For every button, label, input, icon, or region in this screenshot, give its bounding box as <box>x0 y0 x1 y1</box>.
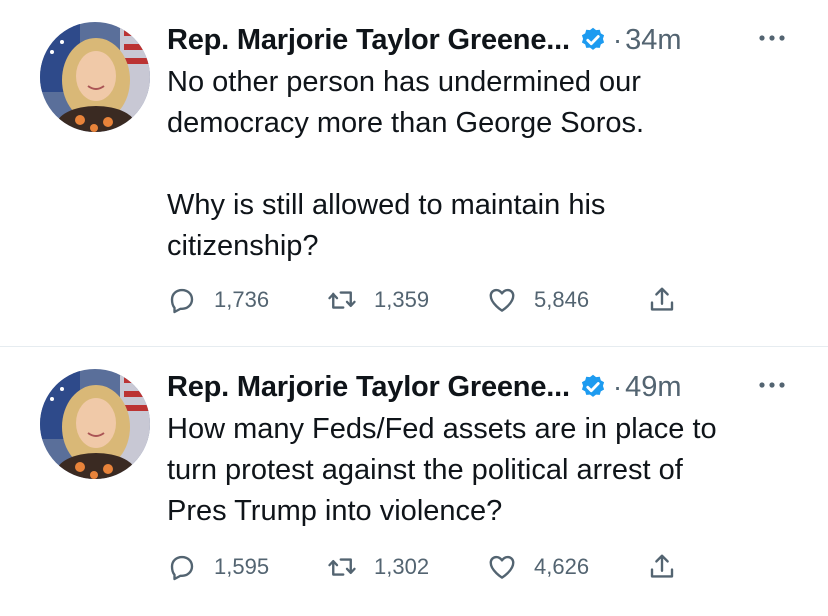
heart-icon <box>489 555 515 579</box>
timeline-feed: Rep. Marjorie Taylor Greene... · 34m No … <box>0 0 828 616</box>
share-button[interactable] <box>647 280 677 320</box>
avatar[interactable] <box>40 369 150 479</box>
tweet-text: How many Feds/Fed assets are in place to… <box>167 413 717 527</box>
heart-icon <box>489 288 515 312</box>
retweet-button[interactable]: 1,359 <box>327 280 429 320</box>
tweet-text: No other person has undermined our democ… <box>167 66 645 262</box>
retweet-count: 1,359 <box>374 287 430 312</box>
retweet-icon <box>328 291 356 309</box>
reply-button[interactable]: 1,736 <box>167 280 269 320</box>
like-button[interactable]: 4,626 <box>487 547 589 587</box>
retweet-icon <box>328 558 356 576</box>
reply-icon <box>170 555 194 581</box>
reply-count: 1,595 <box>214 554 270 579</box>
verified-badge-icon <box>581 374 604 397</box>
verified-badge-icon <box>581 27 604 50</box>
author-name[interactable]: Rep. Marjorie Taylor Greene... <box>167 371 570 404</box>
reply-button[interactable]: 1,595 <box>167 547 269 587</box>
tweet-actions: 1,736 1,359 5,846 <box>167 280 727 320</box>
tweet-header: Rep. Marjorie Taylor Greene... · 34m <box>167 18 682 62</box>
tweet[interactable]: Rep. Marjorie Taylor Greene... · 49m How… <box>0 347 828 616</box>
more-icon[interactable] <box>757 375 787 395</box>
retweet-button[interactable]: 1,302 <box>327 547 429 587</box>
separator-dot: · <box>612 24 623 55</box>
tweet-actions: 1,595 1,302 4,626 <box>167 547 727 587</box>
reply-icon <box>170 288 194 314</box>
tweet-header: Rep. Marjorie Taylor Greene... · 49m <box>167 365 682 409</box>
tweet[interactable]: Rep. Marjorie Taylor Greene... · 34m No … <box>0 0 828 347</box>
more-icon[interactable] <box>757 28 787 48</box>
retweet-count: 1,302 <box>374 554 430 579</box>
like-count: 4,626 <box>534 554 590 579</box>
share-icon <box>650 287 674 311</box>
share-button[interactable] <box>647 547 677 587</box>
avatar[interactable] <box>40 22 150 132</box>
like-button[interactable]: 5,846 <box>487 280 589 320</box>
author-name[interactable]: Rep. Marjorie Taylor Greene... <box>167 24 570 57</box>
share-icon <box>650 554 674 578</box>
reply-count: 1,736 <box>214 287 270 312</box>
timestamp[interactable]: 34m <box>625 24 681 57</box>
timestamp[interactable]: 49m <box>625 371 681 404</box>
like-count: 5,846 <box>534 287 590 312</box>
separator-dot: · <box>612 371 623 402</box>
